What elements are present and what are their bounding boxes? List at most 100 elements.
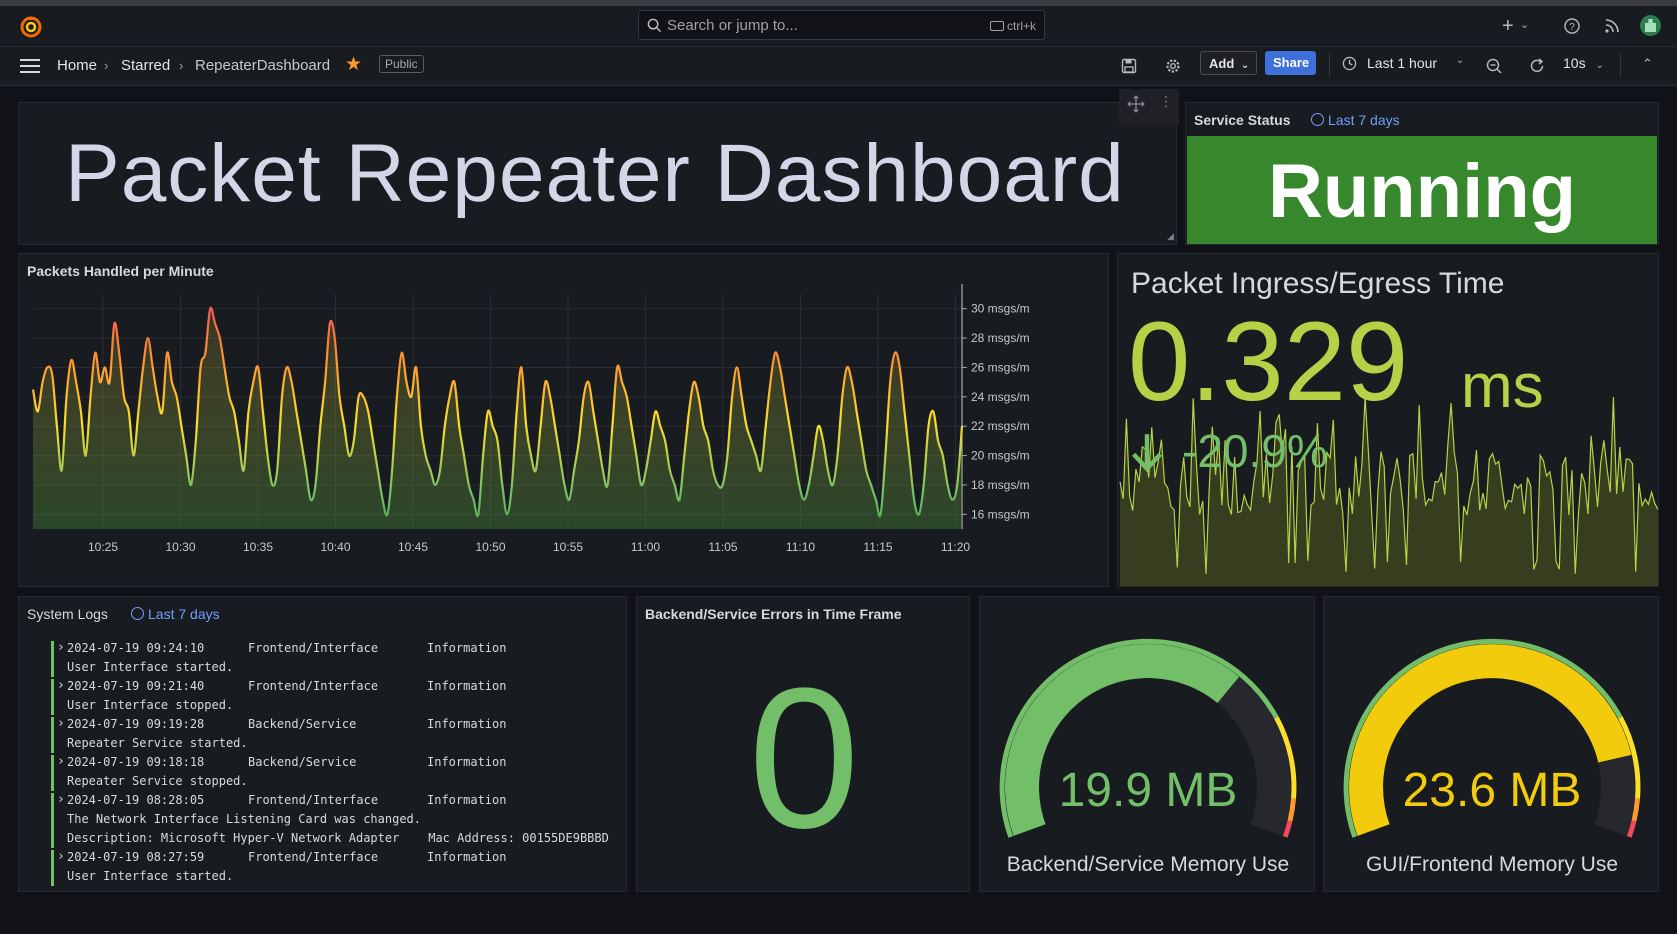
system-logs-time-text: Last 7 days <box>148 606 220 622</box>
top-bar: Search or jump to... ctrl+k + ⌄ ? <box>0 6 1677 47</box>
errors-panel: Backend/Service Errors in Time Frame 0 <box>636 596 970 892</box>
toolbar-divider <box>1329 53 1330 77</box>
y-tick-label: 24 msgs/m <box>971 390 1030 404</box>
log-message: The Network Interface Listening Card was… <box>67 812 422 826</box>
ingress-value: 0.329 <box>1128 299 1409 424</box>
log-level: Information <box>427 793 507 807</box>
search-input[interactable]: Search or jump to... ctrl+k <box>638 10 1045 40</box>
time-range-picker[interactable]: Last 1 hour ⌄ <box>1342 54 1467 76</box>
log-message: Repeater Service started. <box>67 736 248 750</box>
time-range-label: Last 1 hour <box>1367 55 1438 71</box>
frontend-memory-gauge-panel: 23.6 MB GUI/Frontend Memory Use <box>1323 596 1659 892</box>
x-tick-label: 11:20 <box>941 540 970 554</box>
log-source: Frontend/Interface <box>248 641 379 655</box>
title-panel: Packet Repeater Dashboard ⋮ ◢ <box>18 89 1179 245</box>
refresh-interval-picker[interactable]: 10s ⌄ <box>1563 55 1604 71</box>
star-icon[interactable]: ★ <box>345 53 362 76</box>
packets-line-chart: 10:25 10:30 10:35 10:40 10:45 10:50 10:55 11:00… <box>31 284 1030 554</box>
zoom-out-icon[interactable] <box>1486 58 1502 74</box>
panel-menu-icon[interactable]: ⋮ <box>1159 93 1173 110</box>
log-level: Information <box>427 717 507 731</box>
search-placeholder: Search or jump to... <box>667 17 798 34</box>
service-status-title: Service Status <box>1194 112 1291 128</box>
y-tick-label: 30 msgs/m <box>971 302 1030 316</box>
toolbar-divider <box>1620 53 1621 77</box>
help-icon[interactable]: ? <box>1564 18 1580 34</box>
expand-chevron-icon[interactable]: › <box>57 754 65 769</box>
log-level-indicator <box>51 850 54 886</box>
breadcrumb-dashboard: RepeaterDashboard <box>195 57 331 74</box>
log-level-indicator <box>51 755 54 791</box>
system-logs-time-link[interactable]: Last 7 days <box>131 606 220 622</box>
frontend-memory-value: 23.6 MB <box>1402 764 1582 817</box>
service-status-value-box: Running <box>1187 136 1657 244</box>
service-status-time-link[interactable]: Last 7 days <box>1311 112 1400 128</box>
expand-chevron-icon[interactable]: › <box>57 849 65 864</box>
arrow-down-icon <box>1132 434 1162 472</box>
log-message: Description: Microsoft Hyper-V Network A… <box>67 831 609 845</box>
refresh-icon[interactable] <box>1529 58 1545 74</box>
dashboard-nav-bar: Home › Starred › RepeaterDashboard ★ Pub… <box>0 47 1677 86</box>
search-icon <box>647 18 662 33</box>
service-status-value: Running <box>1267 149 1577 234</box>
user-avatar[interactable] <box>1640 15 1661 36</box>
news-feed-icon[interactable] <box>1604 18 1620 34</box>
backend-memory-gauge-panel: 19.9 MB Backend/Service Memory Use <box>979 596 1315 892</box>
ingress-unit: ms <box>1461 352 1544 421</box>
log-entry[interactable]: › 2024-07-19 09:19:28 Backend/Service Infor… <box>51 716 621 755</box>
x-tick-label: 11:00 <box>631 540 660 554</box>
new-plus-icon[interactable]: + <box>1502 15 1514 38</box>
save-icon[interactable] <box>1121 58 1137 74</box>
log-entry[interactable]: › 2024-07-19 08:27:59 Frontend/Interface In… <box>51 849 621 888</box>
search-shortcut: ctrl+k <box>989 19 1036 33</box>
packets-chart-panel: Packets Handled per Minute 10:25 10:30 10:… <box>18 253 1109 587</box>
add-button[interactable]: Add ⌄ <box>1200 51 1257 75</box>
ingress-egress-panel: Packet Ingress/Egress Time 0.329 ms -20.… <box>1117 253 1659 587</box>
y-tick-label: 22 msgs/m <box>971 419 1030 433</box>
log-level: Information <box>427 850 507 864</box>
system-logs-title: System Logs <box>27 606 108 622</box>
y-tick-label: 18 msgs/m <box>971 478 1030 492</box>
breadcrumb-home[interactable]: Home <box>57 57 97 74</box>
share-button-label: Share <box>1273 55 1310 70</box>
breadcrumb-separator-icon: › <box>104 58 109 73</box>
expand-chevron-icon[interactable]: › <box>57 640 65 655</box>
errors-title: Backend/Service Errors in Time Frame <box>645 606 902 622</box>
x-tick-label: 10:40 <box>320 540 350 554</box>
log-entry[interactable]: › 2024-07-19 09:21:40 Frontend/Interface In… <box>51 678 621 717</box>
log-timestamp: 2024-07-19 09:24:10 <box>67 641 205 655</box>
drag-move-icon[interactable] <box>1127 95 1145 113</box>
expand-chevron-icon[interactable]: › <box>57 792 65 807</box>
service-status-time-text: Last 7 days <box>1328 112 1400 128</box>
log-level: Information <box>427 679 507 693</box>
log-source: Backend/Service <box>248 755 357 769</box>
grafana-logo-icon[interactable] <box>18 13 44 39</box>
series-area-fill <box>33 307 962 529</box>
keyboard-icon <box>989 21 1004 31</box>
expand-chevron-icon[interactable]: › <box>57 678 65 693</box>
y-tick-label: 16 msgs/m <box>971 507 1030 521</box>
public-badge: Public <box>379 55 424 73</box>
log-entry[interactable]: › 2024-07-19 08:28:05 Frontend/Interface In… <box>51 792 621 850</box>
settings-gear-icon[interactable] <box>1165 58 1181 74</box>
resize-handle-icon[interactable]: ◢ <box>1167 231 1174 242</box>
share-button[interactable]: Share <box>1265 51 1316 75</box>
collapse-chevron-up-icon[interactable]: ⌃ <box>1642 56 1653 72</box>
avatar-pattern <box>1645 19 1656 32</box>
service-status-panel: Service Status Last 7 days Running <box>1185 102 1659 245</box>
refresh-interval-label: 10s <box>1563 55 1586 71</box>
breadcrumb-starred[interactable]: Starred <box>121 57 170 74</box>
chevron-down-icon[interactable]: ⌄ <box>1520 18 1529 31</box>
log-level: Information <box>427 755 507 769</box>
expand-chevron-icon[interactable]: › <box>57 716 65 731</box>
clock-icon <box>1311 113 1324 126</box>
log-entry[interactable]: › 2024-07-19 09:24:10 Frontend/Interface In… <box>51 640 621 679</box>
log-message: User Interface started. <box>67 869 234 883</box>
menu-icon[interactable] <box>20 59 40 73</box>
log-timestamp: 2024-07-19 08:28:05 <box>67 793 205 807</box>
log-message: User Interface stopped. <box>67 698 234 712</box>
log-level-indicator <box>51 717 54 753</box>
breadcrumb-separator-icon: › <box>179 58 184 73</box>
log-entry[interactable]: › 2024-07-19 09:18:18 Backend/Service Infor… <box>51 754 621 793</box>
log-source: Backend/Service <box>248 717 357 731</box>
